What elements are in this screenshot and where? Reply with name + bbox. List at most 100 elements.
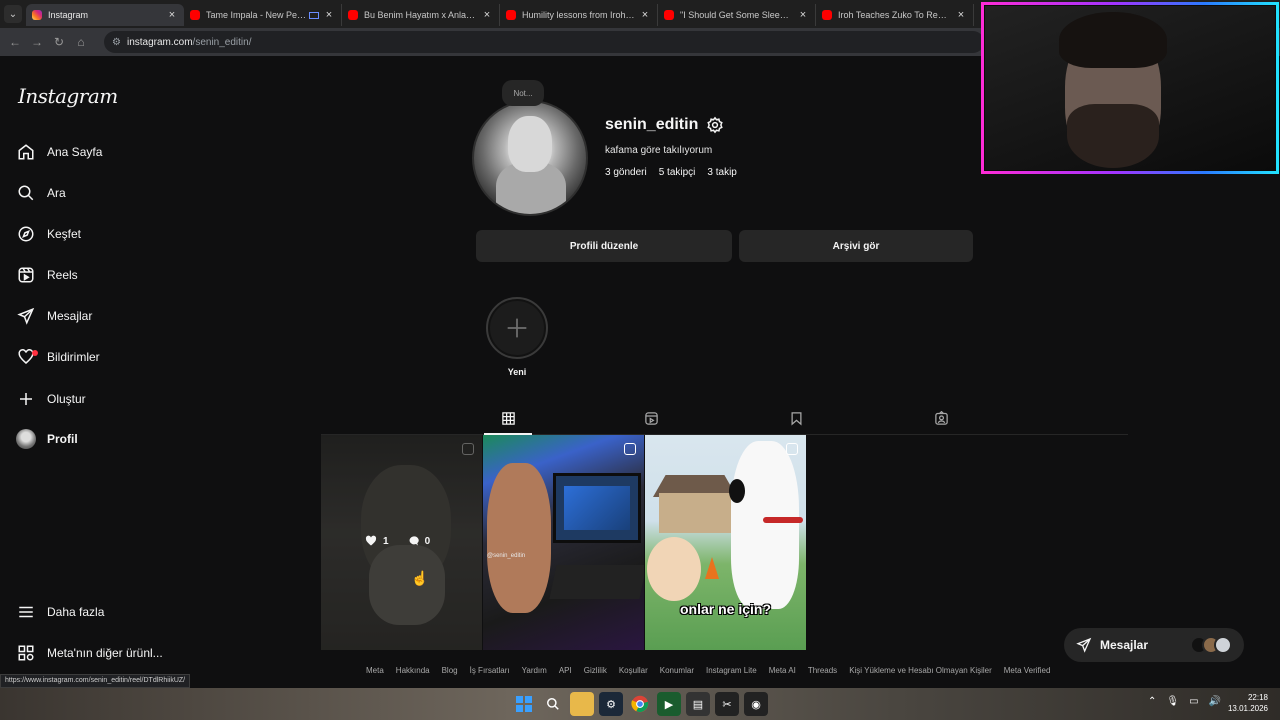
footer-link[interactable]: Gizlilik (584, 666, 607, 675)
sidebar-item-notifications[interactable]: Bildirimler (16, 341, 100, 373)
sidebar-item-meta-products[interactable]: Meta'nın diğer ürünl... (16, 637, 163, 669)
sidebar-item-label: Profil (47, 432, 78, 446)
comment-icon (409, 536, 419, 546)
tab-search-button[interactable]: ⌄ (4, 5, 22, 23)
sidebar-item-home[interactable]: Ana Sayfa (16, 136, 102, 168)
tab-youtube[interactable]: Iroh Teaches Zuko To Redirect L × (816, 4, 974, 26)
username-row: senin_editin (605, 116, 724, 134)
terminal-icon[interactable]: ▤ (686, 692, 710, 716)
new-highlight-button[interactable] (486, 297, 548, 359)
sidebar-item-label: Reels (47, 268, 78, 282)
media-app-icon[interactable]: ▶ (657, 692, 681, 716)
footer-link[interactable]: Koşullar (619, 666, 648, 675)
system-clock[interactable]: 22:18 13.01.2026 (1226, 692, 1268, 714)
post-image-collar (763, 517, 803, 523)
chrome-icon[interactable] (628, 692, 652, 716)
tab-instagram[interactable]: Instagram × (26, 4, 184, 26)
post-thumbnail[interactable]: @senin_editin (483, 435, 644, 650)
instagram-logo[interactable]: Instagram (18, 84, 118, 108)
sidebar-item-profile[interactable]: Profil (16, 423, 78, 455)
footer-link[interactable]: Blog (442, 666, 458, 675)
search-icon[interactable] (541, 692, 565, 716)
tab-youtube[interactable]: "I Should Get Some Sleep" Me × (658, 4, 816, 26)
posts-count: 3 gönderi (605, 167, 647, 178)
tab-posts[interactable] (498, 408, 518, 428)
youtube-icon (664, 10, 674, 20)
forward-icon[interactable]: → (26, 31, 48, 53)
post-thumbnail[interactable]: 1 0 ☝ (321, 435, 482, 650)
compass-icon (16, 224, 36, 244)
display-icon[interactable]: ▭ (1189, 696, 1198, 707)
note-bubble[interactable]: Not... (502, 80, 544, 106)
sidebar-item-create[interactable]: Oluştur (16, 383, 86, 415)
profile-bio: kafama göre takılıyorum (605, 145, 713, 156)
profile-stats: 3 gönderi 5 takipçi 3 takip (605, 167, 749, 178)
followers-count[interactable]: 5 takipçi (659, 167, 696, 178)
sidebar-item-label: Ana Sayfa (47, 145, 103, 159)
footer-link[interactable]: Meta Verified (1004, 666, 1051, 675)
sidebar-item-label: Ara (47, 186, 66, 200)
tab-close-icon[interactable]: × (639, 9, 651, 21)
post-image-character (647, 537, 701, 601)
footer-link[interactable]: Hakkında (396, 666, 430, 675)
windows-start-icon[interactable] (512, 692, 536, 716)
footer-links: Meta Hakkında Blog İş Fırsatları Yardım … (366, 666, 1062, 675)
tab-close-icon[interactable]: × (955, 9, 967, 21)
tab-reels[interactable] (641, 408, 661, 428)
footer-link[interactable]: Yardım (522, 666, 547, 675)
tab-close-icon[interactable]: × (166, 9, 178, 21)
post-image-cone (705, 557, 719, 579)
windows-taskbar: ⚙ ▶ ▤ ✂ ◉ ⌃ 🎙 ▭ 🔊 22:18 13.01.2026 (0, 688, 1280, 720)
url-input[interactable]: ⚙ instagram.com /senin_editin/ (104, 31, 984, 53)
tab-close-icon[interactable]: × (797, 9, 809, 21)
tab-close-icon[interactable]: × (481, 9, 493, 21)
tab-youtube[interactable]: Tame Impala - New Person × (184, 4, 342, 26)
footer-link[interactable]: İş Fırsatları (470, 666, 510, 675)
tab-title: Tame Impala - New Person (206, 10, 307, 20)
search-icon (16, 183, 36, 203)
avatar (1214, 636, 1232, 654)
footer-link[interactable]: Kişi Yükleme ve Hesabı Olmayan Kişiler (849, 666, 992, 675)
sidebar-item-more[interactable]: Daha fazla (16, 596, 104, 628)
tab-tagged[interactable] (931, 408, 951, 428)
footer-link[interactable]: API (559, 666, 572, 675)
grid-icon (501, 411, 515, 425)
reload-icon[interactable]: ↻ (48, 31, 70, 53)
obs-icon[interactable]: ◉ (744, 692, 768, 716)
home-icon[interactable]: ⌂ (70, 31, 92, 53)
file-explorer-icon[interactable] (570, 692, 594, 716)
profile-picture[interactable] (472, 100, 588, 216)
youtube-icon (348, 10, 358, 20)
tab-youtube[interactable]: Humility lessons from Iroh - Yo × (500, 4, 658, 26)
webcam-person-beard (1067, 104, 1159, 168)
notification-dot (32, 350, 38, 356)
edit-profile-button[interactable]: Profili düzenle (476, 230, 732, 262)
site-info-icon[interactable]: ⚙ (112, 37, 121, 48)
tab-youtube[interactable]: Bu Benim Hayatım x Anlamazdı × (342, 4, 500, 26)
tab-title: Instagram (48, 10, 89, 20)
microphone-icon[interactable]: 🎙 (1166, 696, 1179, 707)
footer-link[interactable]: Konumlar (660, 666, 694, 675)
following-count[interactable]: 3 takip (707, 167, 736, 178)
footer-link[interactable]: Meta AI (769, 666, 796, 675)
view-archive-button[interactable]: Arşivi gör (739, 230, 973, 262)
youtube-icon (822, 10, 832, 20)
steam-icon[interactable]: ⚙ (599, 692, 623, 716)
tab-saved[interactable] (786, 408, 806, 428)
footer-link[interactable]: Meta (366, 666, 384, 675)
chevron-up-icon[interactable]: ⌃ (1148, 696, 1156, 707)
volume-icon[interactable]: 🔊 (1209, 696, 1221, 707)
sidebar-item-reels[interactable]: Reels (16, 259, 78, 291)
reel-badge-icon (462, 443, 474, 455)
messages-pill-button[interactable]: Mesajlar (1064, 628, 1244, 662)
back-icon[interactable]: ← (4, 31, 26, 53)
capcut-icon[interactable]: ✂ (715, 692, 739, 716)
footer-link[interactable]: Instagram Lite (706, 666, 757, 675)
settings-gear-icon[interactable] (706, 116, 724, 134)
sidebar-item-messages[interactable]: Mesajlar (16, 300, 92, 332)
sidebar-item-search[interactable]: Ara (16, 177, 66, 209)
footer-link[interactable]: Threads (808, 666, 837, 675)
sidebar-item-explore[interactable]: Keşfet (16, 218, 81, 250)
post-thumbnail[interactable]: onlar ne için? (645, 435, 806, 650)
tab-close-icon[interactable]: × (323, 9, 335, 21)
